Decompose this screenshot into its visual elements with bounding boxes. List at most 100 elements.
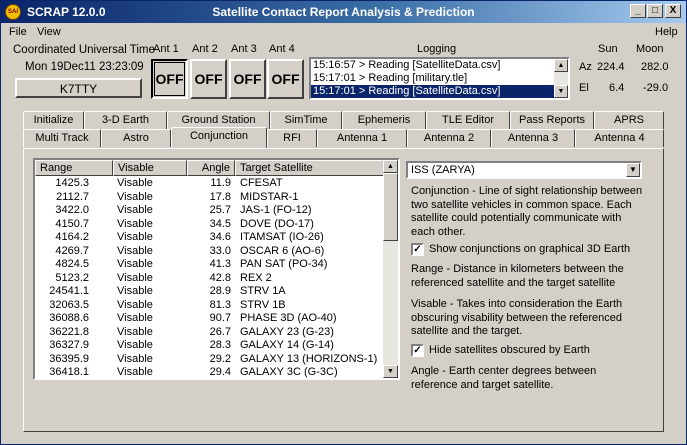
range-cell: 4164.2 xyxy=(55,231,89,243)
check-icon: ✓ xyxy=(413,345,422,356)
log-line[interactable]: 15:16:57 > Reading [SatelliteData.csv] xyxy=(311,59,568,72)
scroll-up-icon[interactable]: ▲ xyxy=(554,59,568,72)
az-label: Az xyxy=(579,61,592,73)
visable-cell: Visable xyxy=(117,312,153,324)
tab-tle-editor[interactable]: TLE Editor xyxy=(426,111,510,129)
hide-obscured-checkbox[interactable]: ✓ xyxy=(411,344,424,357)
ant-3-toggle[interactable]: OFF xyxy=(229,59,266,99)
scroll-thumb[interactable] xyxy=(383,173,398,241)
scroll-down-icon[interactable]: ▼ xyxy=(554,85,568,98)
table-row[interactable]: 2112.7 Visable 17.8 MIDSTAR-1 xyxy=(35,191,384,205)
range-cell: 4824.5 xyxy=(55,258,89,270)
target-satellite-cell: PHASE 3D (AO-40) xyxy=(240,312,337,324)
tab-conjunction[interactable]: Conjunction xyxy=(171,127,267,148)
table-row[interactable]: 36327.9 Visable 28.3 GALAXY 14 (G-14) xyxy=(35,339,384,353)
range-cell: 36088.6 xyxy=(49,312,89,324)
app-logo-icon[interactable]: SAI xyxy=(5,4,21,20)
tab-astro[interactable]: Astro xyxy=(101,129,171,147)
table-row[interactable]: 36221.8 Visable 26.7 GALAXY 23 (G-23) xyxy=(35,326,384,340)
chevron-down-icon[interactable]: ▼ xyxy=(626,163,640,177)
table-row[interactable]: 32063.5 Visable 81.3 STRV 1B xyxy=(35,299,384,313)
visable-cell: Visable xyxy=(117,204,153,216)
range-cell: 36418.1 xyxy=(49,366,89,378)
minimize-button[interactable]: _ xyxy=(630,4,646,18)
visable-cell: Visable xyxy=(117,285,153,297)
sun-el-value: 6.4 xyxy=(609,82,625,94)
visable-cell: Visable xyxy=(117,231,153,243)
desc-visable: Visable - Takes into consideration the E… xyxy=(411,298,623,337)
maximize-button[interactable]: □ xyxy=(647,4,663,18)
target-satellite-cell: GALAXY 23 (G-23) xyxy=(240,325,334,338)
reference-satellite-select[interactable]: ISS (ZARYA) ▼ xyxy=(406,161,642,179)
col-visable-header[interactable]: Visable xyxy=(113,160,187,176)
menu-help[interactable]: Help xyxy=(655,26,678,38)
table-row[interactable]: 4269.7 Visable 33.0 OSCAR 6 (AO-6) xyxy=(35,245,384,259)
tab-3d-earth[interactable]: 3-D Earth xyxy=(84,111,167,129)
tab-antenna-3[interactable]: Antenna 3 xyxy=(491,129,575,147)
conjunction-table[interactable]: Range Visable Angle Target Satellite 142… xyxy=(33,158,400,380)
log-line[interactable]: 15:17:01 > Reading [military.tle] xyxy=(311,72,568,85)
tab-antenna-2[interactable]: Antenna 2 xyxy=(407,129,491,147)
ant-2-toggle[interactable]: OFF xyxy=(190,59,227,99)
tab-rfi[interactable]: RFI xyxy=(267,129,317,147)
col-range-header[interactable]: Range xyxy=(35,160,113,176)
target-satellite-cell: REX 2 xyxy=(240,271,272,284)
menu-file[interactable]: File xyxy=(9,26,27,38)
menu-view[interactable]: View xyxy=(37,26,61,38)
table-row[interactable]: 36088.6 Visable 90.7 PHASE 3D (AO-40) xyxy=(35,312,384,326)
el-label: El xyxy=(579,82,589,94)
angle-cell: 42.8 xyxy=(209,271,231,284)
logging-label: Logging xyxy=(417,43,457,55)
ant-1-toggle[interactable]: OFF xyxy=(151,59,188,99)
tab-aprs[interactable]: APRS xyxy=(594,111,664,129)
table-row[interactable]: 36395.9 Visable 29.2 GALAXY 13 (HORIZONS-1) xyxy=(35,353,384,367)
scroll-up-icon[interactable]: ▲ xyxy=(383,160,398,173)
angle-cell: 81.3 xyxy=(209,298,231,311)
tab-antenna-1[interactable]: Antenna 1 xyxy=(317,129,407,147)
hide-obscured-label[interactable]: Hide satellites obscured by Earth xyxy=(429,344,590,356)
table-header: Range Visable Angle Target Satellite xyxy=(35,160,384,176)
scroll-down-icon[interactable]: ▼ xyxy=(383,365,398,378)
table-row[interactable]: 4150.7 Visable 34.5 DOVE (DO-17) xyxy=(35,218,384,232)
app-name: SCRAP 12.0.0 xyxy=(27,5,106,19)
tab-simtime[interactable]: SimTime xyxy=(270,111,342,129)
table-row[interactable]: 4164.2 Visable 34.6 ITAMSAT (IO-26) xyxy=(35,231,384,245)
visable-cell: Visable xyxy=(117,271,153,284)
target-satellite-cell: DOVE (DO-17) xyxy=(240,217,314,230)
target-satellite-cell: GALAXY 13 (HORIZONS-1) xyxy=(240,352,378,365)
table-row[interactable]: 36418.1 Visable 29.4 GALAXY 3C (G-3C) xyxy=(35,366,384,378)
table-row[interactable]: 1425.3 Visable 11.9 CFESAT xyxy=(35,177,384,191)
range-cell: 4150.7 xyxy=(55,217,89,230)
show-conjunctions-checkbox[interactable]: ✓ xyxy=(411,243,424,256)
angle-cell: 41.3 xyxy=(209,258,231,270)
log-line-selected[interactable]: 15:17:01 > Reading [SatelliteData.csv] xyxy=(311,85,568,98)
table-row[interactable]: 5123.2 Visable 42.8 REX 2 xyxy=(35,272,384,286)
title-bar[interactable]: SAI SCRAP 12.0.0 Satellite Contact Repor… xyxy=(1,1,686,23)
ant-4-toggle[interactable]: OFF xyxy=(267,59,304,99)
logging-scrollbar[interactable]: ▲ ▼ xyxy=(554,59,568,98)
col-angle-header[interactable]: Angle xyxy=(187,160,235,176)
tab-antenna-4[interactable]: Antenna 4 xyxy=(575,129,664,147)
angle-cell: 11.9 xyxy=(210,177,231,189)
visable-cell: Visable xyxy=(117,298,153,311)
table-row[interactable]: 3422.0 Visable 25.7 JAS-1 (FO-12) xyxy=(35,204,384,218)
tab-ephemeris[interactable]: Ephemeris xyxy=(342,111,426,129)
tab-pass-reports[interactable]: Pass Reports xyxy=(510,111,594,129)
show-conjunctions-label[interactable]: Show conjunctions on graphical 3D Earth xyxy=(429,243,630,255)
angle-cell: 29.2 xyxy=(209,352,231,365)
table-row[interactable]: 24541.1 Visable 28.9 STRV 1A xyxy=(35,285,384,299)
logging-list[interactable]: 15:16:57 > Reading [SatelliteData.csv] 1… xyxy=(309,57,570,100)
table-row[interactable]: 4824.5 Visable 41.3 PAN SAT (PO-34) xyxy=(35,258,384,272)
range-cell: 36395.9 xyxy=(49,352,89,365)
tab-initialize[interactable]: Initialize xyxy=(23,111,84,129)
target-satellite-cell: MIDSTAR-1 xyxy=(240,190,299,203)
table-scrollbar[interactable]: ▲ ▼ xyxy=(383,160,398,378)
col-target-header[interactable]: Target Satellite xyxy=(235,160,384,176)
tab-multi-track[interactable]: Multi Track xyxy=(23,129,101,147)
selected-satellite: ISS (ZARYA) xyxy=(411,164,475,176)
angle-cell: 34.6 xyxy=(209,231,231,243)
close-button[interactable]: X xyxy=(665,4,681,18)
callsign-button[interactable]: K7TTY xyxy=(15,78,142,98)
sun-az-value: 224.4 xyxy=(597,61,625,73)
range-cell: 2112.7 xyxy=(56,190,89,203)
